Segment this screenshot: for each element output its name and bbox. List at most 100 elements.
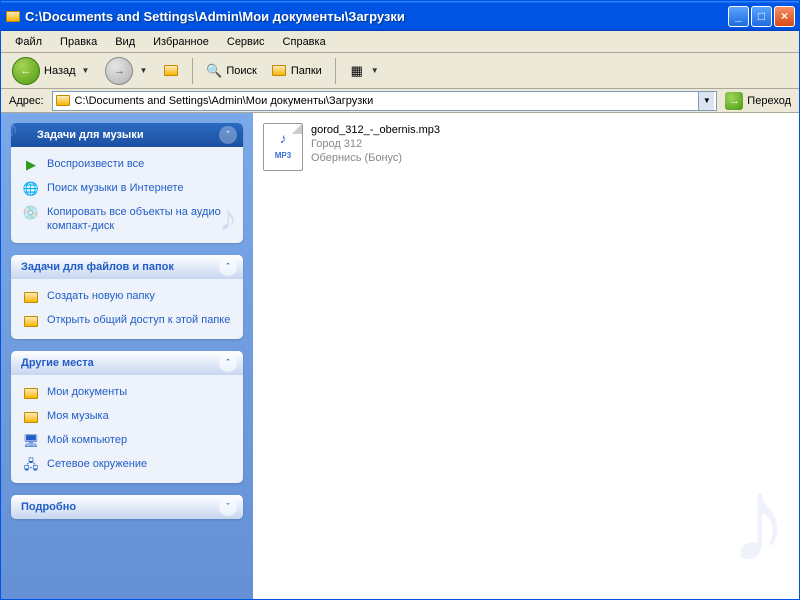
menu-bar: Файл Правка Вид Избранное Сервис Справка (1, 31, 799, 53)
new-folder-icon (23, 289, 39, 305)
separator (335, 58, 336, 84)
panel-title: Задачи для файлов и папок (21, 261, 174, 273)
panel-header-details[interactable]: Подробно ˇ (11, 495, 243, 519)
file-name: gorod_312_-_obernis.mp3 (311, 123, 440, 137)
globe-icon: 🌐 (23, 181, 39, 197)
task-label: Сетевое окружение (47, 457, 147, 471)
place-network[interactable]: 🖧 Сетевое окружение (23, 457, 233, 473)
views-dropdown-icon[interactable]: ▼ (369, 66, 381, 75)
folders-button[interactable]: Папки (266, 56, 327, 86)
back-label: Назад (44, 65, 76, 77)
task-label: Открыть общий доступ к этой папке (47, 313, 230, 327)
computer-icon: 🖥 (23, 433, 39, 449)
panel-file-tasks: Задачи для файлов и папок ˆ Создать нову… (11, 255, 243, 339)
address-dropdown-icon[interactable]: ▼ (698, 92, 714, 110)
task-share-folder[interactable]: Открыть общий доступ к этой папке (23, 313, 233, 329)
file-artist: Город 312 (311, 137, 440, 151)
menu-help[interactable]: Справка (275, 34, 334, 50)
forward-dropdown-icon[interactable]: ▼ (137, 66, 149, 75)
toolbar: ← Назад ▼ → ▼ 🔍 Поиск Папки ▦ ▼ (1, 53, 799, 89)
address-bar: Адрес: ▼ → Переход (1, 89, 799, 113)
task-label: Копировать все объекты на аудио компакт-… (47, 205, 233, 233)
views-button[interactable]: ▦ ▼ (344, 56, 386, 86)
search-label: Поиск (226, 65, 256, 77)
go-button[interactable]: → Переход (721, 92, 795, 110)
menu-view[interactable]: Вид (107, 34, 143, 50)
place-my-music[interactable]: Моя музыка (23, 409, 233, 425)
forward-arrow-icon: → (105, 57, 133, 85)
panel-header-files[interactable]: Задачи для файлов и папок ˆ (11, 255, 243, 279)
task-new-folder[interactable]: Создать новую папку (23, 289, 233, 305)
maximize-button[interactable]: □ (751, 6, 772, 27)
task-label: Воспроизвести все (47, 157, 144, 171)
panel-title: Подробно (21, 501, 76, 513)
folder-icon (23, 385, 39, 401)
menu-favorites[interactable]: Избранное (145, 34, 217, 50)
titlebar[interactable]: C:\Documents and Settings\Admin\Мои доку… (1, 1, 799, 31)
chevron-down-icon: ˇ (219, 498, 237, 516)
music-note-icon: ♪ (11, 123, 19, 145)
sidebar: ♪ Задачи для музыки ˆ ▶ Воспроизвести вс… (1, 113, 253, 599)
go-arrow-icon: → (725, 92, 743, 110)
up-folder-icon (163, 63, 179, 79)
menu-file[interactable]: Файл (7, 34, 50, 50)
network-icon: 🖧 (23, 457, 39, 473)
task-label: Создать новую папку (47, 289, 155, 303)
folders-icon (271, 63, 287, 79)
music-folder-icon (23, 409, 39, 425)
panel-title: Задачи для музыки (37, 129, 144, 141)
place-my-computer[interactable]: 🖥 Мой компьютер (23, 433, 233, 449)
panel-music-tasks: ♪ Задачи для музыки ˆ ▶ Воспроизвести вс… (11, 123, 243, 243)
minimize-button[interactable]: _ (728, 6, 749, 27)
back-dropdown-icon[interactable]: ▼ (80, 66, 92, 75)
file-title: Обернись (Бонус) (311, 151, 440, 165)
chevron-up-icon: ˆ (219, 126, 237, 144)
window-controls: _ □ × (728, 6, 795, 27)
background-note-icon: ♪ (729, 451, 789, 589)
task-label: Моя музыка (47, 409, 109, 423)
go-label: Переход (747, 95, 791, 107)
task-label: Поиск музыки в Интернете (47, 181, 184, 195)
panel-body: ▶ Воспроизвести все 🌐 Поиск музыки в Инт… (11, 147, 243, 243)
panel-header-music[interactable]: ♪ Задачи для музыки ˆ (11, 123, 243, 147)
separator (192, 58, 193, 84)
content-area[interactable]: ♪ MP3 gorod_312_-_obernis.mp3 Город 312 … (253, 113, 799, 599)
task-search-online[interactable]: 🌐 Поиск музыки в Интернете (23, 181, 233, 197)
address-input[interactable] (75, 95, 695, 107)
panel-body: Мои документы Моя музыка 🖥 Мой компьютер… (11, 375, 243, 483)
task-label: Мой компьютер (47, 433, 127, 447)
task-copy-cd[interactable]: 💿 Копировать все объекты на аудио компак… (23, 205, 233, 233)
panel-header-places[interactable]: Другие места ˆ (11, 351, 243, 375)
forward-button[interactable]: → ▼ (100, 56, 154, 86)
task-label: Мои документы (47, 385, 127, 399)
music-glyph-icon: ♪ (280, 130, 287, 146)
menu-tools[interactable]: Сервис (219, 34, 273, 50)
file-item[interactable]: ♪ MP3 gorod_312_-_obernis.mp3 Город 312 … (263, 123, 789, 171)
panel-details: Подробно ˇ (11, 495, 243, 519)
search-button[interactable]: 🔍 Поиск (201, 56, 261, 86)
up-button[interactable] (158, 56, 184, 86)
explorer-window: C:\Documents and Settings\Admin\Мои доку… (0, 0, 800, 600)
back-arrow-icon: ← (12, 57, 40, 85)
panel-title: Другие места (21, 357, 94, 369)
close-button[interactable]: × (774, 6, 795, 27)
mp3-file-icon: ♪ MP3 (263, 123, 303, 171)
place-my-documents[interactable]: Мои документы (23, 385, 233, 401)
file-info: gorod_312_-_obernis.mp3 Город 312 Оберни… (311, 123, 440, 165)
task-play-all[interactable]: ▶ Воспроизвести все (23, 157, 233, 173)
body: ♪ Задачи для музыки ˆ ▶ Воспроизвести вс… (1, 113, 799, 599)
panel-other-places: Другие места ˆ Мои документы Моя музыка … (11, 351, 243, 483)
chevron-up-icon: ˆ (219, 354, 237, 372)
address-label: Адрес: (5, 95, 48, 107)
chevron-up-icon: ˆ (219, 258, 237, 276)
file-type-label: MP3 (275, 151, 291, 160)
menu-edit[interactable]: Правка (52, 34, 105, 50)
views-icon: ▦ (349, 63, 365, 79)
panel-body: Создать новую папку Открыть общий доступ… (11, 279, 243, 339)
folder-icon (5, 8, 21, 24)
back-button[interactable]: ← Назад ▼ (7, 56, 96, 86)
cd-icon: 💿 (23, 205, 39, 221)
share-folder-icon (23, 313, 39, 329)
address-box: ▼ (52, 91, 718, 111)
folders-label: Папки (291, 65, 322, 77)
